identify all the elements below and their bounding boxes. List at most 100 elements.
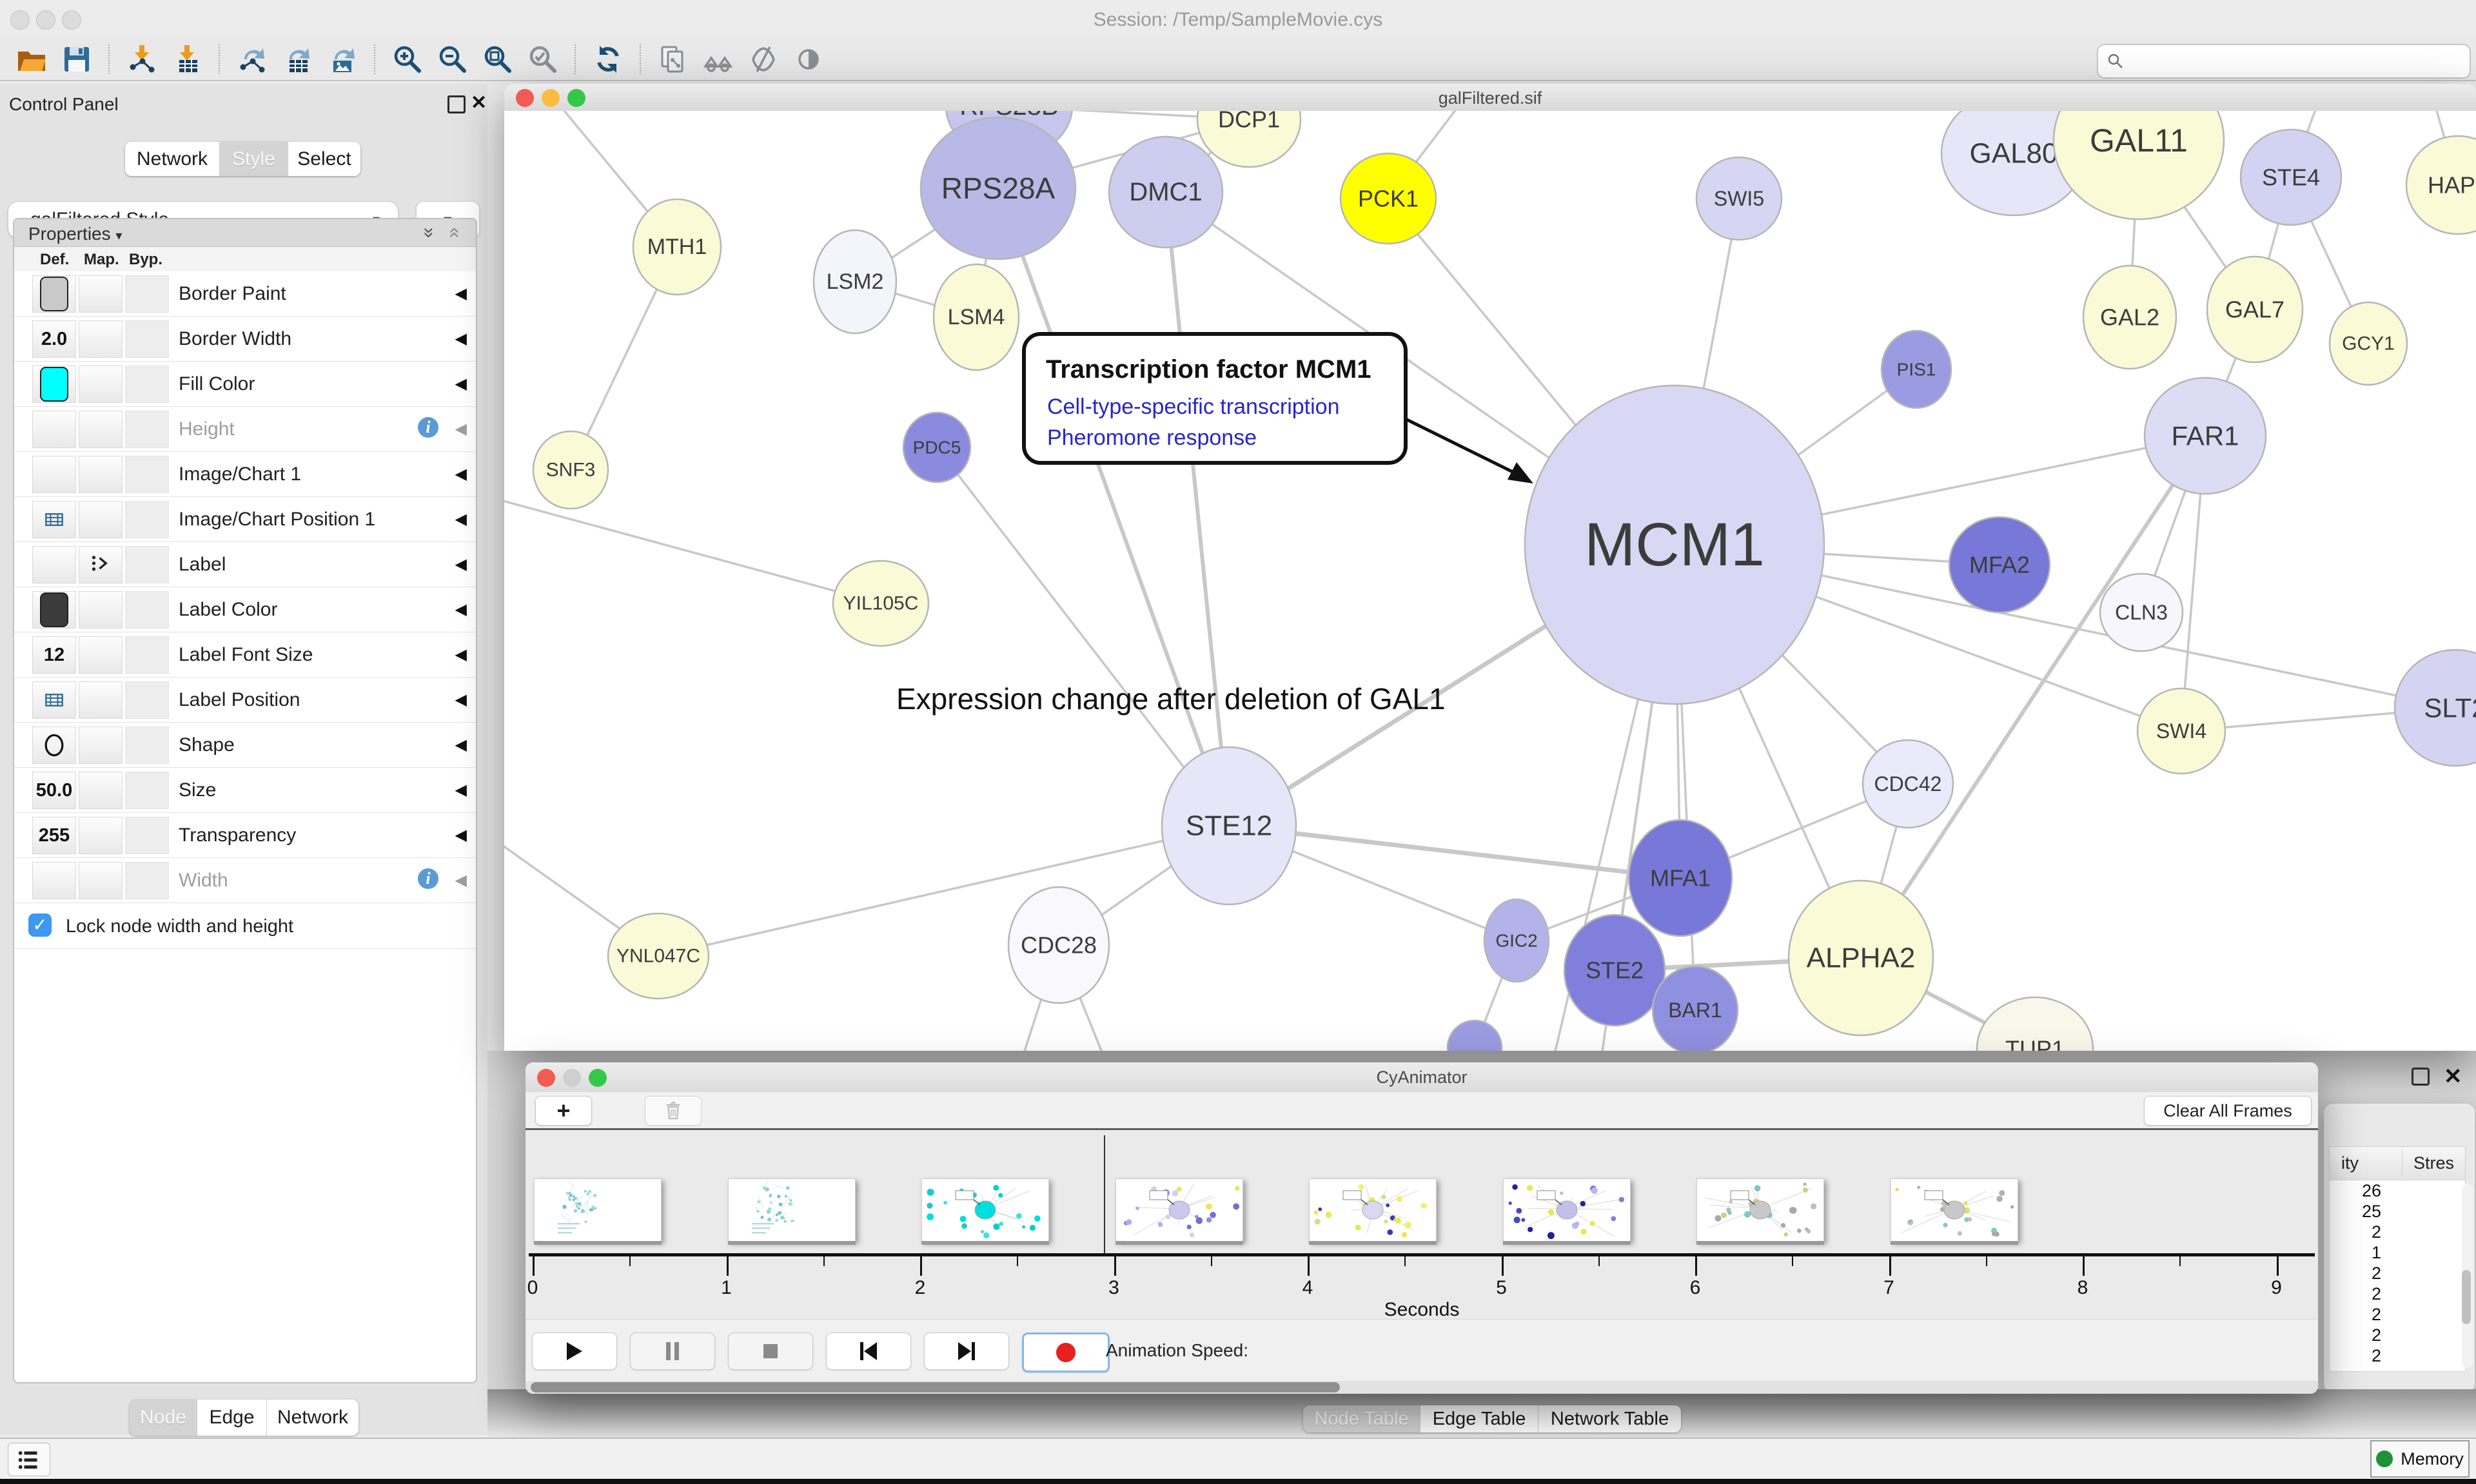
memory-button[interactable]: Memory [2370, 1440, 2470, 1478]
byp-value-cell[interactable] [125, 366, 169, 403]
network-node-RPS28A[interactable]: RPS28A [921, 117, 1076, 259]
timeline-playhead[interactable] [1104, 1135, 1105, 1254]
zoom-fit-icon[interactable] [479, 43, 516, 76]
map-value-cell[interactable] [79, 275, 123, 313]
byp-value-cell[interactable] [125, 456, 169, 493]
float-panel-icon[interactable] [2412, 1068, 2430, 1086]
export-image-icon[interactable] [324, 43, 361, 76]
play-button[interactable] [532, 1333, 617, 1370]
network-node-MTH1[interactable]: MTH1 [633, 199, 721, 295]
def-value-cell[interactable]: 50.0 [32, 772, 76, 809]
scrollbar-thumb[interactable] [531, 1382, 1340, 1392]
search-field[interactable] [2097, 44, 2471, 79]
table-row[interactable]: 2 [2330, 1325, 2465, 1345]
property-row-fill-color[interactable]: Fill Color◀ [14, 362, 476, 407]
status-console-button[interactable] [8, 1443, 50, 1476]
network-node-BAR1[interactable]: BAR1 [1653, 966, 1738, 1051]
expand-row-icon[interactable]: ◀ [455, 736, 467, 754]
skip-end-button[interactable] [924, 1333, 1009, 1370]
expand-row-icon[interactable]: ◀ [455, 284, 467, 303]
edge-DMC1-STE12[interactable] [1166, 192, 1229, 826]
tab-network[interactable]: Network [125, 142, 220, 176]
network-node-CDC42[interactable]: CDC42 [1863, 740, 1953, 828]
network-window-titlebar[interactable]: galFiltered.sif [504, 84, 2476, 112]
edge-STE12-YNL047C[interactable] [658, 826, 1229, 956]
open-folder-icon[interactable] [13, 43, 50, 76]
expand-row-icon[interactable]: ◀ [455, 329, 467, 348]
network-node-SNF3[interactable]: SNF3 [533, 431, 608, 509]
expand-row-icon[interactable]: ◀ [455, 826, 467, 845]
annotation-link[interactable]: Cell-type-specific transcription [1047, 395, 1340, 419]
network-node-SWI4[interactable]: SWI4 [2137, 688, 2225, 774]
network-node-YNL047C[interactable]: YNL047C [608, 913, 709, 999]
edge-YIL105C-cut[interactable] [504, 498, 881, 603]
map-value-cell[interactable] [79, 862, 123, 899]
delete-frame-button[interactable] [645, 1096, 702, 1126]
network-node-GAL11[interactable]: GAL11 [2054, 111, 2224, 219]
annotation-caption-text[interactable]: Expression change after deletion of GAL1 [896, 682, 1446, 716]
export-network-icon[interactable] [233, 43, 271, 76]
def-value-cell[interactable]: 2.0 [32, 320, 76, 358]
edge-RPS28A-STE12[interactable] [998, 188, 1229, 826]
expand-row-icon[interactable]: ◀ [455, 420, 467, 438]
network-node-DMC1[interactable]: DMC1 [1109, 137, 1223, 248]
expand-row-icon[interactable]: ◀ [455, 375, 467, 393]
add-frame-button[interactable]: + [535, 1096, 592, 1126]
import-network-icon[interactable] [123, 43, 161, 76]
edge-FAR1-ALPHA2[interactable] [1861, 436, 2205, 958]
keyframe-thumbnail-4s[interactable] [1309, 1178, 1437, 1242]
def-value-cell[interactable] [32, 275, 76, 313]
network-node-MFA2[interactable]: MFA2 [1949, 517, 2050, 612]
table-row[interactable]: 2 [2330, 1222, 2465, 1242]
tab-node[interactable]: Node [130, 1400, 197, 1436]
tab-network[interactable]: Network [267, 1400, 359, 1436]
network-node-CLN3[interactable]: CLN3 [2100, 574, 2183, 651]
expand-row-icon[interactable]: ◀ [455, 690, 467, 709]
property-row-size[interactable]: 50.0Size◀ [14, 768, 476, 813]
byp-value-cell[interactable] [125, 817, 169, 854]
info-icon[interactable]: i [418, 868, 438, 889]
def-value-cell[interactable] [32, 411, 76, 448]
network-node-DCP1[interactable]: DCP1 [1197, 111, 1301, 167]
tab-edge-table[interactable]: Edge Table [1420, 1405, 1538, 1432]
keyframe-thumbnail-6s[interactable] [1696, 1178, 1824, 1242]
keyframe-thumbnail-5s[interactable] [1503, 1178, 1631, 1242]
network-node-ALPHA2[interactable]: ALPHA2 [1789, 881, 1933, 1035]
byp-value-cell[interactable] [125, 772, 169, 809]
keyframe-thumbnail-3s[interactable] [1115, 1178, 1243, 1242]
network-node-GAL2[interactable]: GAL2 [2083, 266, 2176, 369]
property-row-shape[interactable]: Shape◀ [14, 723, 476, 768]
def-value-cell[interactable]: 255 [32, 817, 76, 854]
property-row-transparency[interactable]: 255Transparency◀ [14, 813, 476, 858]
property-row-image-chart-1[interactable]: Image/Chart 1◀ [14, 452, 476, 497]
map-value-cell[interactable] [79, 591, 123, 629]
clone-network-icon[interactable] [654, 43, 692, 76]
show-details-icon[interactable] [790, 43, 827, 76]
map-value-cell[interactable] [79, 817, 123, 854]
map-value-cell[interactable] [79, 411, 123, 448]
expand-row-icon[interactable]: ◀ [455, 781, 467, 799]
keyframe-thumbnail-7s[interactable] [1891, 1178, 2018, 1242]
map-value-cell[interactable] [79, 681, 123, 719]
network-node-SLT2[interactable]: SLT2 [2395, 650, 2476, 766]
map-value-cell[interactable] [79, 366, 123, 403]
annotation-link[interactable]: Pheromone response [1047, 425, 1257, 450]
byp-value-cell[interactable] [125, 727, 169, 764]
table-row[interactable]: 1 [2330, 1242, 2465, 1263]
lock-size-checkbox[interactable]: ✓ [28, 913, 52, 937]
def-value-cell[interactable] [32, 862, 76, 899]
network-node-SWI5[interactable]: SWI5 [1696, 157, 1782, 240]
expand-row-icon[interactable]: ◀ [455, 465, 467, 483]
timeline-horizontal-scrollbar[interactable] [526, 1381, 2318, 1394]
expand-row-icon[interactable]: ◀ [455, 871, 467, 890]
def-value-cell[interactable]: 12 [32, 636, 76, 674]
chevron-down-icon[interactable]: ▾ [115, 229, 122, 243]
byp-value-cell[interactable] [125, 862, 169, 899]
table-row[interactable]: 2 [2330, 1263, 2465, 1284]
network-node-MCM1[interactable]: MCM1 [1525, 386, 1824, 704]
expand-row-icon[interactable]: ◀ [455, 600, 467, 619]
table-row[interactable]: 25 [2330, 1201, 2465, 1222]
network-node-LSM4[interactable]: LSM4 [934, 264, 1019, 370]
pause-button[interactable] [630, 1333, 715, 1370]
network-node-GCY1[interactable]: GCY1 [2330, 302, 2407, 385]
